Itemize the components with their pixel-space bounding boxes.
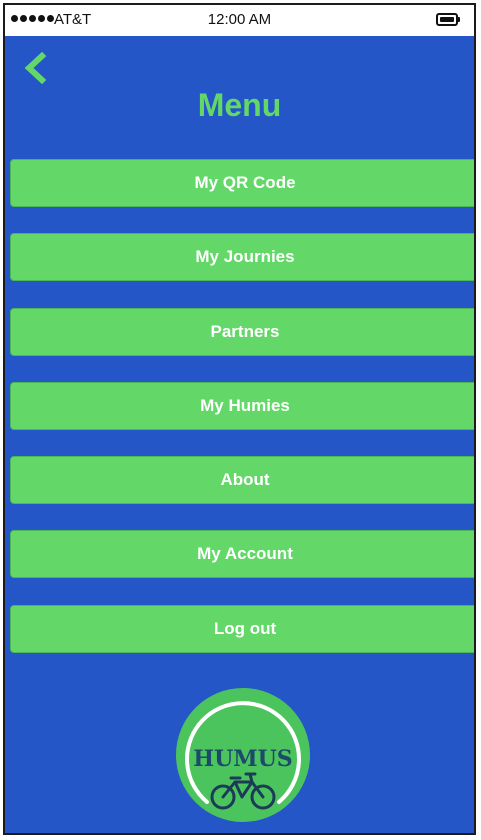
page-title: Menu [197, 87, 282, 123]
battery-full-icon [436, 13, 462, 26]
logo-text: HUMUS [193, 746, 292, 772]
my-qr-code-button[interactable]: My QR Code [10, 159, 474, 207]
status-time: 12:00 AM [207, 11, 272, 28]
partners-button[interactable]: Partners [10, 307, 474, 356]
menu-list: My QR Code My Journies Partners My Humie… [10, 159, 474, 679]
back-button[interactable] [22, 51, 48, 85]
log-out-button[interactable]: Log out [10, 604, 474, 653]
app-frame: AT&T 12:00 AM Menu My QR Code My Journie… [3, 3, 476, 835]
chevron-left-icon [24, 51, 47, 85]
my-humies-button[interactable]: My Humies [10, 381, 474, 430]
humus-logo: HUMUS [176, 688, 310, 822]
about-button[interactable]: About [10, 456, 474, 505]
status-bar: AT&T 12:00 AM [5, 5, 474, 36]
my-journies-button[interactable]: My Journies [10, 233, 474, 282]
my-account-button[interactable]: My Account [10, 530, 474, 579]
